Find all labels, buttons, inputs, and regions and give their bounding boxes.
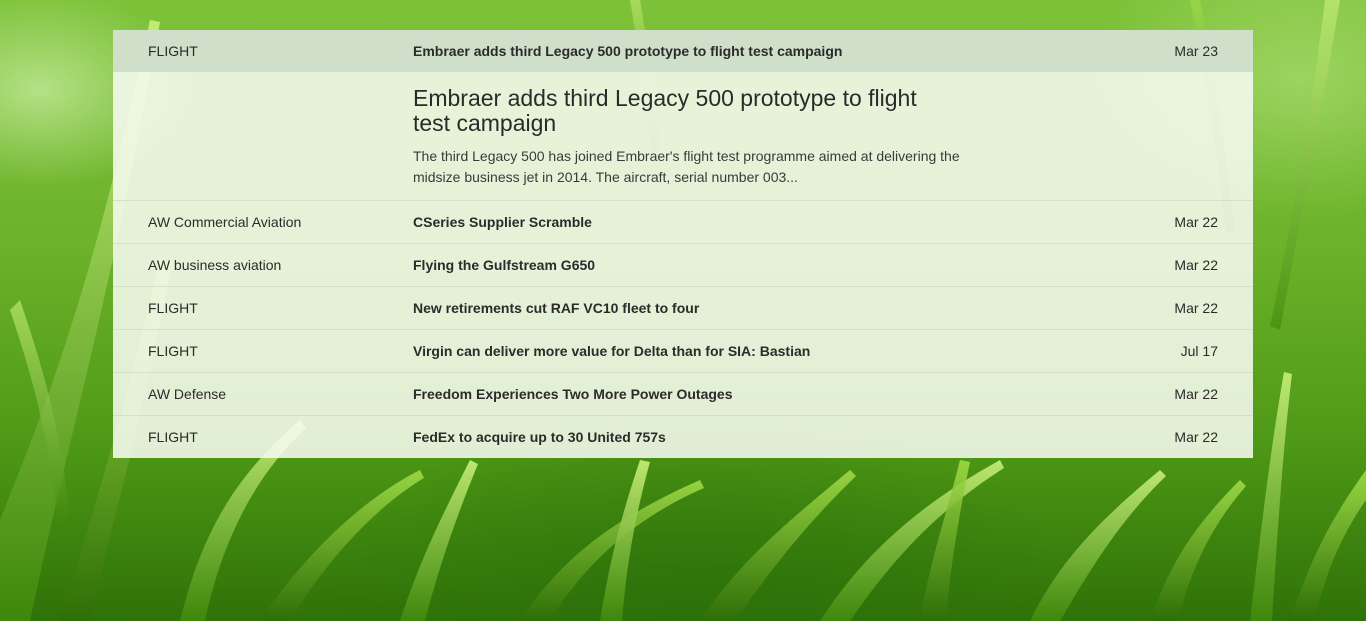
feed-item[interactable]: FLIGHT Virgin can deliver more value for… [113, 329, 1253, 372]
item-title-link[interactable]: Virgin can deliver more value for Delta … [413, 330, 810, 372]
feed-item[interactable]: AW Commercial Aviation CSeries Supplier … [113, 200, 1253, 243]
item-date: Mar 22 [1174, 429, 1218, 445]
item-date: Jul 17 [1180, 343, 1218, 359]
feed-item[interactable]: AW Defense Freedom Experiences Two More … [113, 372, 1253, 415]
item-date: Mar 22 [1174, 386, 1218, 402]
item-date: Mar 22 [1174, 214, 1218, 230]
item-title-link[interactable]: FedEx to acquire up to 30 United 757s [413, 416, 666, 458]
item-source: FLIGHT [148, 43, 198, 59]
item-source: FLIGHT [148, 300, 198, 316]
feed-item[interactable]: AW business aviation Flying the Gulfstre… [113, 243, 1253, 286]
item-title-link[interactable]: Freedom Experiences Two More Power Outag… [413, 373, 733, 415]
item-source: FLIGHT [148, 343, 198, 359]
feed-item-featured[interactable]: FLIGHT Embraer adds third Legacy 500 pro… [113, 30, 1253, 72]
featured-preview: Embraer adds third Legacy 500 prototype … [113, 72, 1253, 200]
featured-headline[interactable]: Embraer adds third Legacy 500 prototype … [413, 86, 953, 136]
item-source: AW Defense [148, 386, 227, 402]
feed-item[interactable]: FLIGHT FedEx to acquire up to 30 United … [113, 415, 1253, 458]
item-title-link[interactable]: New retirements cut RAF VC10 fleet to fo… [413, 287, 699, 329]
item-source: AW business aviation [148, 257, 282, 273]
item-title-link[interactable]: CSeries Supplier Scramble [413, 201, 592, 243]
featured-summary: The third Legacy 500 has joined Embraer'… [413, 148, 960, 185]
item-date: Mar 23 [1174, 43, 1218, 59]
item-title-link[interactable]: Flying the Gulfstream G650 [413, 244, 595, 286]
item-date: Mar 22 [1174, 257, 1218, 273]
item-title-link[interactable]: Embraer adds third Legacy 500 prototype … [413, 30, 842, 72]
item-date: Mar 22 [1174, 300, 1218, 316]
news-feed: FLIGHT Embraer adds third Legacy 500 pro… [113, 30, 1253, 458]
item-source: AW Commercial Aviation [148, 214, 302, 230]
feed-item[interactable]: FLIGHT New retirements cut RAF VC10 flee… [113, 286, 1253, 329]
item-source: FLIGHT [148, 429, 198, 445]
